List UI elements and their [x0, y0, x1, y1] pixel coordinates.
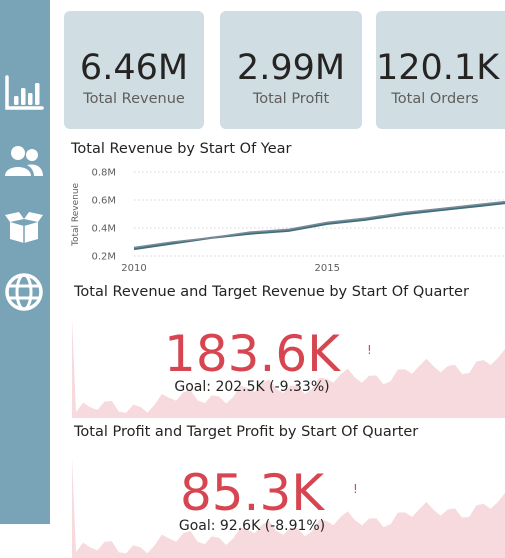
profit-kpi-value: 85.3K — [179, 464, 325, 522]
y-tick-label: 0.2M — [91, 252, 116, 263]
kpi-card-total-revenue[interactable]: 6.46M Total Revenue — [64, 11, 204, 129]
alert-icon: ! — [353, 482, 358, 496]
nav-item-products[interactable] — [2, 205, 46, 249]
revenue-kpi-goal: Goal: 202.5K (-9.33%) — [174, 379, 330, 395]
open-box-icon — [5, 212, 43, 243]
kpi-value: 6.46M — [79, 48, 189, 88]
profit-target-title: Total Profit and Target Profit by Start … — [74, 424, 419, 440]
y-axis-title: Total Revenue — [71, 182, 81, 247]
line-chart-title: Total Revenue by Start Of Year — [71, 141, 292, 157]
y-tick-label: 0.4M — [91, 224, 116, 235]
revenue-kpi-value: 183.6K — [164, 325, 340, 383]
x-tick-label: 2015 — [315, 263, 340, 274]
revenue-line-chart[interactable]: 0.8M0.6M0.4M0.2M2010201520 Total Revenue — [66, 162, 505, 278]
kpi-value: 120.1K — [376, 48, 500, 88]
profit-kpi-goal: Goal: 92.6K (-8.91%) — [178, 518, 326, 534]
profit-target-kpi[interactable]: 85.3K ! Goal: 92.6K (-8.91%) — [72, 448, 505, 558]
line-chart-layer: 0.8M0.6M0.4M0.2M2010201520 — [91, 168, 505, 274]
users-icon — [5, 146, 43, 176]
alert-icon: ! — [367, 343, 372, 357]
bar-chart-icon — [5, 75, 44, 110]
kpi-label: Total Profit — [252, 91, 330, 107]
nav-item-customers[interactable] — [2, 139, 46, 183]
kpi-value: 2.99M — [236, 48, 346, 88]
nav-item-overview[interactable] — [2, 71, 46, 115]
kpi-card-total-orders[interactable]: 120.1K Total Orders — [376, 11, 505, 129]
revenue-target-title: Total Revenue and Target Revenue by Star… — [74, 284, 469, 300]
y-tick-label: 0.6M — [91, 196, 116, 207]
nav-item-regions[interactable] — [2, 270, 46, 314]
sidebar-nav — [0, 0, 50, 524]
series-line — [133, 200, 505, 249]
globe-icon — [5, 273, 43, 311]
kpi-label: Total Orders — [391, 91, 479, 107]
x-tick-label: 2010 — [121, 263, 146, 274]
kpi-label: Total Revenue — [83, 91, 185, 107]
kpi-card-total-profit[interactable]: 2.99M Total Profit — [220, 11, 362, 129]
y-tick-label: 0.8M — [91, 168, 116, 179]
series-line — [133, 201, 505, 251]
revenue-target-kpi[interactable]: 183.6K ! Goal: 202.5K (-9.33%) — [72, 308, 505, 418]
